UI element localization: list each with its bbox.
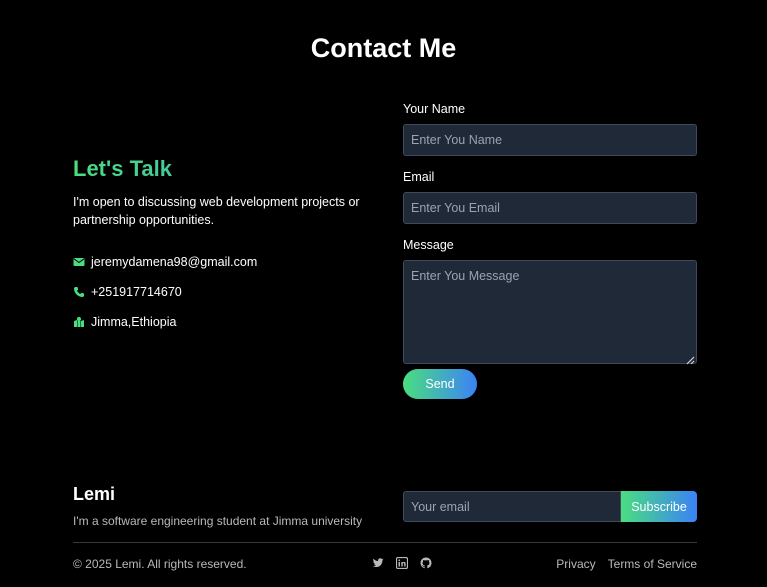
- email-label: Email: [403, 170, 435, 184]
- lets-talk-heading: Let's Talk: [73, 155, 373, 183]
- name-label: Your Name: [403, 102, 466, 116]
- email-input[interactable]: [403, 192, 697, 224]
- contact-list: jeremydamena98@gmail.com +251917714670 J…: [73, 247, 373, 337]
- github-icon[interactable]: [420, 557, 432, 569]
- send-button[interactable]: Send: [403, 369, 477, 399]
- message-textarea[interactable]: [403, 260, 697, 364]
- subscribe-button[interactable]: Subscribe: [621, 491, 697, 522]
- contact-email[interactable]: jeremydamena98@gmail.com: [73, 247, 373, 277]
- phone-icon: [73, 286, 85, 298]
- resize-handle-icon[interactable]: [685, 352, 695, 365]
- social-links: [372, 557, 432, 569]
- footer-description: I'm a software engineering student at Ji…: [73, 514, 363, 528]
- footer-divider: [73, 542, 697, 543]
- intro-text: I'm open to discussing web development p…: [73, 195, 360, 227]
- legal-links: Privacy Terms of Service: [556, 557, 697, 571]
- message-label: Message: [403, 238, 454, 252]
- linkedin-icon[interactable]: [396, 557, 408, 569]
- privacy-link[interactable]: Privacy: [556, 557, 595, 571]
- envelope-icon: [73, 256, 85, 268]
- map-icon: [73, 316, 85, 328]
- footer-brand: Lemi: [73, 484, 116, 504]
- twitter-icon[interactable]: [372, 557, 384, 569]
- contact-location: Jimma,Ethiopia: [73, 307, 373, 337]
- page-title: Contact Me: [310, 33, 457, 63]
- contact-location-text: Jimma,Ethiopia: [91, 315, 177, 329]
- contact-phone[interactable]: +251917714670: [73, 277, 373, 307]
- contact-phone-text: +251917714670: [91, 285, 182, 299]
- subscribe-form: Subscribe: [403, 491, 697, 522]
- subscribe-email-input[interactable]: [403, 491, 621, 522]
- contact-form: Your Name Email Message Send: [403, 100, 697, 399]
- copyright-text: © 2025 Lemi. All rights reserved.: [73, 557, 247, 571]
- name-input[interactable]: [403, 124, 697, 156]
- contact-info: Let's Talk I'm open to discussing web de…: [73, 155, 373, 337]
- message-wrapper: [403, 260, 697, 365]
- contact-email-text: jeremydamena98@gmail.com: [91, 255, 258, 269]
- terms-link[interactable]: Terms of Service: [608, 557, 697, 571]
